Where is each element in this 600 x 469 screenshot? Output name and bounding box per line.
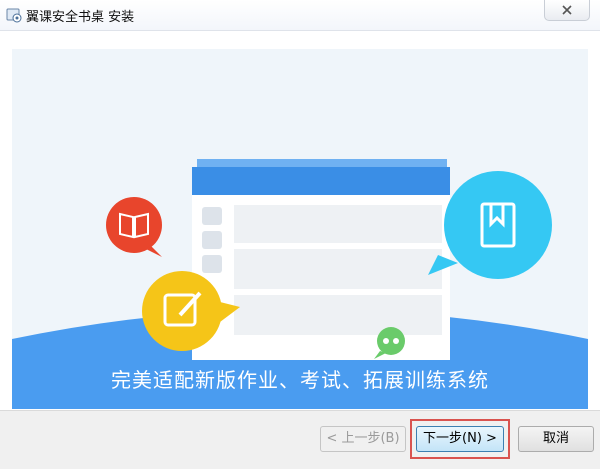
welcome-banner: 完美适配新版作业、考试、拓展训练系统 <box>12 49 588 409</box>
app-window-illustration <box>192 159 450 360</box>
button-bar: < 上一步(B) 下一步(N) > 取消 <box>0 410 600 469</box>
banner-slogan: 完美适配新版作业、考试、拓展训练系统 <box>111 368 489 392</box>
close-icon <box>562 5 572 15</box>
next-button[interactable]: 下一步(N) > <box>416 426 504 452</box>
back-button[interactable]: < 上一步(B) <box>320 426 406 452</box>
title-bar: 翼课安全书桌 安装 <box>0 0 600 31</box>
app-icon <box>6 7 22 23</box>
window-title: 翼课安全书桌 安装 <box>26 10 135 25</box>
installer-window: 翼课安全书桌 安装 完美适配新版作业、考试、拓展训练系统 < 上一步(B) 下一… <box>0 0 600 469</box>
book-icon <box>106 197 162 257</box>
content-area: 完美适配新版作业、考试、拓展训练系统 <box>0 31 600 410</box>
close-button[interactable] <box>544 0 590 21</box>
cancel-button[interactable]: 取消 <box>518 426 594 452</box>
